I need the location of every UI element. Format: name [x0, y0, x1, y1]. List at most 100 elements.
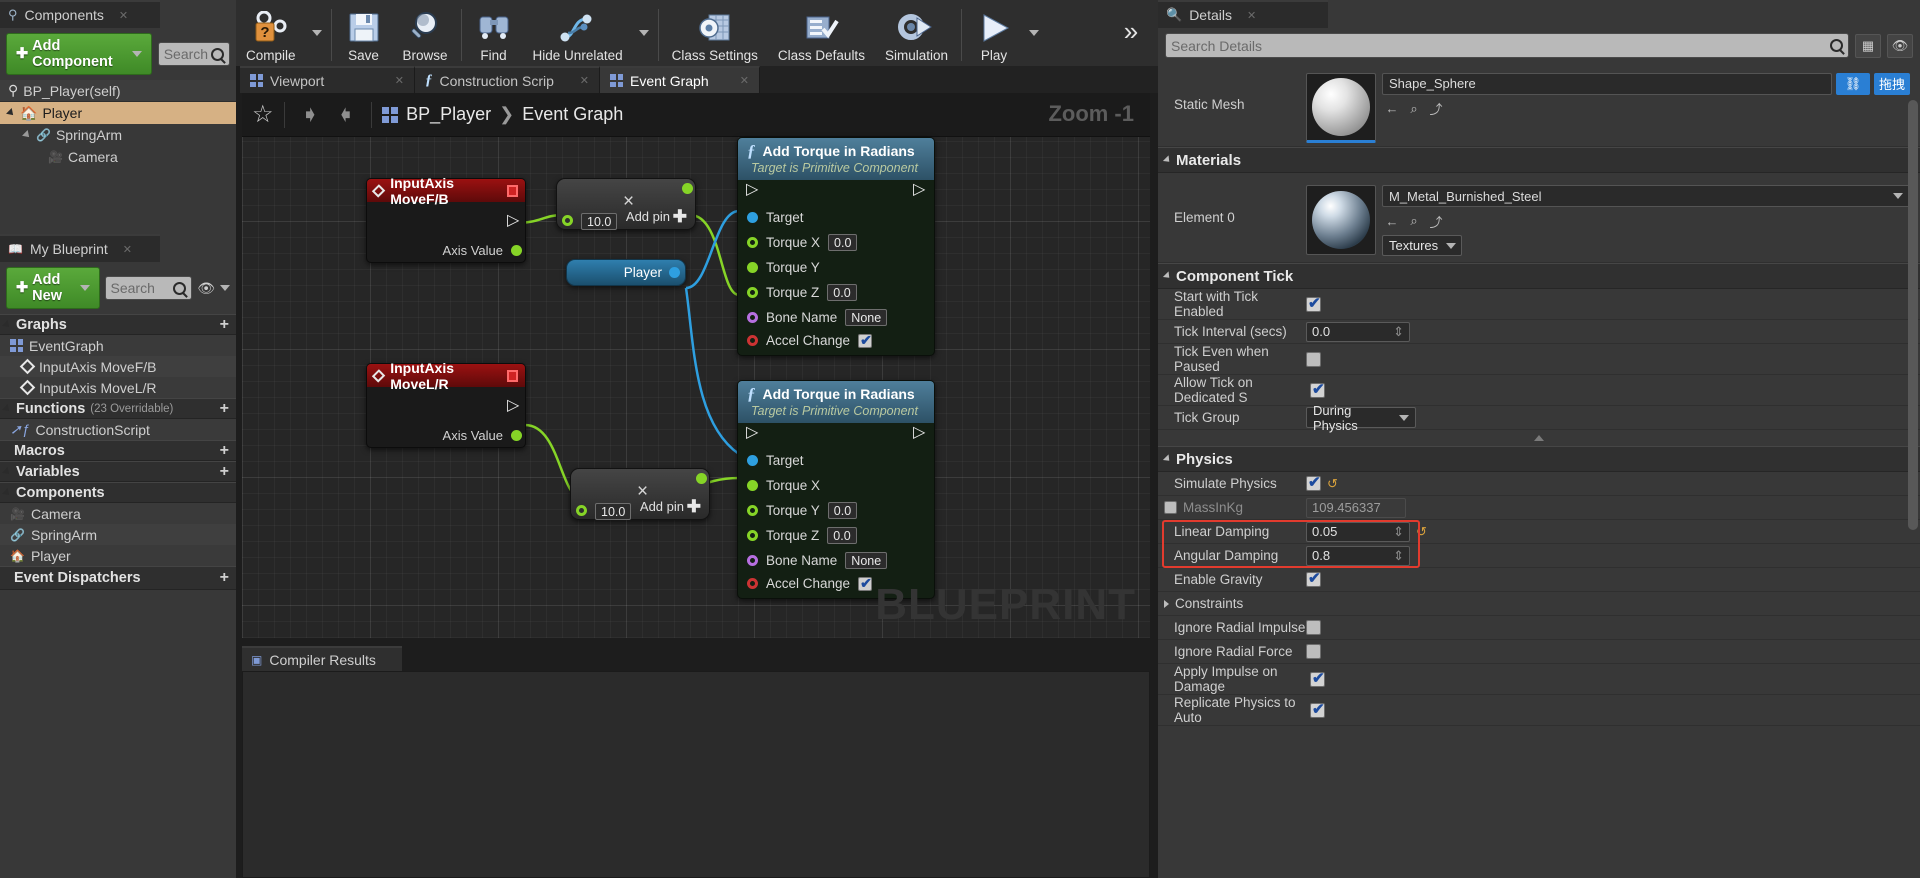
multiply-output-pin[interactable]	[696, 473, 707, 484]
section-variables[interactable]: Variables +	[0, 461, 236, 482]
close-icon[interactable]: ✕	[1247, 9, 1256, 22]
multiply-input-b-value[interactable]: 10.0	[581, 213, 618, 230]
name-pin-icon[interactable]	[747, 312, 758, 323]
back-arrow-icon[interactable]: ←	[1382, 211, 1402, 231]
node-pin-accel-change[interactable]: Accel Change	[738, 330, 934, 355]
multiply-input-a-pin[interactable]	[576, 505, 587, 516]
mass-in-kg-input[interactable]: 109.456337	[1306, 497, 1406, 518]
back-arrow-icon[interactable]: ←	[1382, 99, 1402, 119]
play-dropdown-button[interactable]	[1023, 0, 1045, 66]
add-macro-button[interactable]: +	[220, 442, 229, 460]
float-pin-icon[interactable]	[747, 530, 758, 541]
close-icon[interactable]: ✕	[123, 243, 132, 256]
node-pin-bone-name[interactable]: Bone Name None	[738, 548, 934, 573]
float-pin-icon[interactable]	[747, 262, 758, 273]
section-graphs[interactable]: Graphs +	[0, 314, 236, 335]
spinner-icon[interactable]: ⇕	[1393, 324, 1404, 340]
node-pin-torque-y[interactable]: Torque Y	[738, 255, 934, 280]
component-row-camera[interactable]: 🎥 Camera	[0, 146, 236, 168]
toolbar-button-hide-unrelated[interactable]: Hide Unrelated	[523, 0, 633, 66]
node-pin-torque-x[interactable]: Torque X	[738, 473, 934, 498]
eye-icon[interactable]: 👁	[1887, 33, 1913, 58]
add-event-dispatcher-button[interactable]: +	[220, 569, 229, 587]
breadcrumb-root[interactable]: BP_Player	[406, 104, 491, 125]
tick-group-select[interactable]: During Physics	[1306, 403, 1416, 433]
add-pin-plus-icon[interactable]: ✚	[673, 207, 687, 227]
enable-gravity-checkbox[interactable]	[1306, 569, 1321, 587]
chain-icon-button[interactable]: ⛓	[1835, 72, 1870, 95]
section-event-dispatchers[interactable]: Event Dispatchers +	[0, 566, 236, 590]
multiply-input-b-value[interactable]: 10.0	[595, 503, 632, 520]
tick-even-when-paused-checkbox[interactable]	[1306, 351, 1321, 367]
start-with-tick-enabled-checkbox[interactable]	[1306, 294, 1321, 312]
tick-interval-input[interactable]: 0.0 ⇕	[1306, 321, 1410, 342]
expand-triangle-icon[interactable]	[6, 108, 16, 118]
node-inputaxis-movefb[interactable]: InputAxis MoveF/B Axis Value	[366, 175, 526, 263]
allow-tick-on-dedicated-server-checkbox[interactable]	[1310, 380, 1325, 398]
pin-value-input[interactable]: 0.0	[828, 234, 858, 251]
expand-triangle-icon[interactable]	[1162, 454, 1173, 464]
add-pin-label[interactable]: Add pin	[640, 499, 684, 514]
use-selected-icon[interactable]: ⤴	[1426, 211, 1446, 231]
components-search-input[interactable]: Search	[157, 42, 230, 66]
use-selected-icon[interactable]: ⤴	[1426, 99, 1446, 119]
my-blueprint-search-input[interactable]: Search	[104, 276, 193, 300]
textures-button[interactable]: Textures	[1382, 235, 1462, 256]
bool-pin-icon[interactable]	[747, 578, 758, 589]
node-pin-torque-z[interactable]: Torque Z 0.0	[738, 523, 934, 548]
add-new-button[interactable]: ✚ Add New	[6, 267, 100, 309]
toolbar-button-compile[interactable]: ? Compile	[236, 0, 306, 66]
toolbar-button-class-settings[interactable]: Class Settings	[662, 0, 768, 66]
expand-triangle-icon[interactable]	[1162, 271, 1173, 281]
section-macros[interactable]: Macros +	[0, 440, 236, 461]
name-pin-icon[interactable]	[747, 555, 758, 566]
add-function-button[interactable]: +	[220, 400, 229, 418]
node-inputaxis-movelr[interactable]: InputAxis MoveL/R Axis Value	[366, 360, 526, 448]
details-scrollbar[interactable]	[1908, 100, 1918, 530]
node-multiply-top[interactable]: 10.0 × Add pin ✚	[556, 178, 696, 230]
linear-damping-input[interactable]: 0.05 ⇕	[1306, 521, 1410, 542]
exec-out-pin[interactable]	[913, 179, 925, 200]
reset-to-default-icon[interactable]: ↺	[1327, 476, 1338, 492]
chevron-down-icon[interactable]	[220, 285, 230, 291]
my-blueprint-tab[interactable]: 📖 My Blueprint ✕	[0, 234, 160, 262]
list-item-player[interactable]: 🏠 Player	[0, 545, 236, 566]
toolbar-button-play[interactable]: Play	[965, 0, 1023, 66]
exec-in-pin[interactable]	[746, 179, 758, 200]
toolbar-button-simulation[interactable]: Simulation	[875, 0, 958, 66]
list-item-inputaxis-movelr[interactable]: InputAxis MoveL/R	[0, 377, 236, 398]
components-tab[interactable]: ⚲ Components ✕	[0, 0, 160, 28]
spinner-icon[interactable]: ⇕	[1393, 524, 1404, 540]
list-item-constructionscript[interactable]: ➚ƒ ConstructionScript	[0, 419, 236, 440]
details-search-input[interactable]: Search Details	[1165, 33, 1849, 58]
exec-in-pin[interactable]	[746, 422, 758, 443]
axis-value-pin[interactable]	[511, 430, 522, 441]
close-icon[interactable]: ✕	[740, 74, 749, 87]
expand-triangle-icon[interactable]	[2, 319, 12, 330]
target-pin-icon[interactable]	[747, 212, 758, 223]
exec-out-pin[interactable]	[507, 210, 519, 231]
row-constraints[interactable]: Constraints	[1158, 592, 1920, 616]
node-pin-target[interactable]: Target	[738, 448, 934, 473]
tab-viewport[interactable]: Viewport ✕	[240, 66, 415, 93]
grid-view-icon[interactable]: ▦	[1855, 33, 1881, 58]
list-item-springarm[interactable]: 🔗 SpringArm	[0, 524, 236, 545]
accel-change-checkbox[interactable]	[858, 575, 873, 592]
pin-value-input[interactable]: 0.0	[827, 502, 858, 519]
bookmark-star-icon[interactable]: ☆	[252, 100, 274, 129]
section-physics[interactable]: Physics	[1158, 446, 1920, 472]
close-icon[interactable]: ✕	[395, 74, 404, 87]
variable-output-pin[interactable]	[669, 267, 680, 278]
reset-to-default-icon[interactable]: ↺	[1416, 524, 1427, 540]
node-pin-torque-x[interactable]: Torque X 0.0	[738, 230, 934, 255]
bool-pin-icon[interactable]	[747, 335, 758, 346]
exec-out-pin[interactable]	[913, 422, 925, 443]
add-graph-button[interactable]: +	[220, 316, 229, 334]
hide-unrelated-dropdown-button[interactable]	[633, 0, 655, 66]
browse-icon[interactable]: ⌕	[1404, 211, 1424, 231]
expand-triangle-icon[interactable]	[2, 487, 12, 498]
toolbar-button-browse[interactable]: Browse	[393, 0, 458, 66]
node-add-torque-top[interactable]: ƒ Add Torque in Radians Target is Primit…	[737, 137, 935, 356]
event-graph-canvas[interactable]: ☆ ➧ ➧ BP_Player ❯ Event Graph Zoom -1 In…	[242, 93, 1150, 638]
list-item-camera[interactable]: 🎥 Camera	[0, 503, 236, 524]
